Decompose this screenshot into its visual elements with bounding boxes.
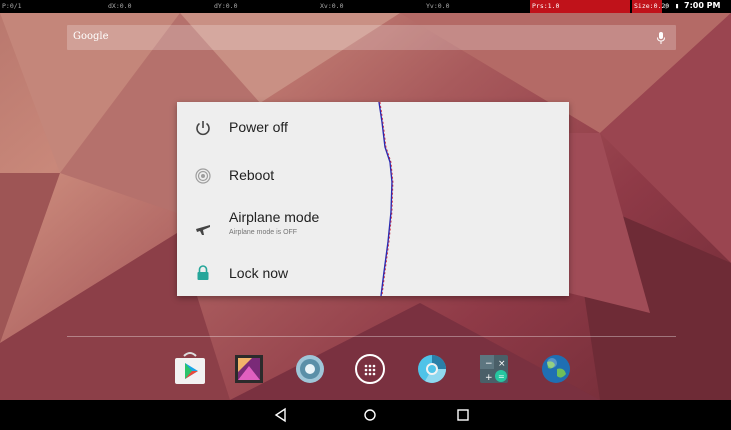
calculator-icon[interactable]: − × + = — [477, 352, 511, 386]
airplane-mode-label: Airplane mode — [229, 209, 320, 225]
gallery-icon[interactable] — [232, 352, 266, 386]
reboot-icon — [195, 168, 211, 184]
settings-icon[interactable] — [293, 352, 327, 386]
home-button-icon[interactable] — [362, 407, 378, 423]
dock-divider — [67, 336, 676, 337]
back-button-icon[interactable] — [273, 407, 289, 423]
app-drawer-icon[interactable] — [353, 352, 387, 386]
battery-icon: ▮ — [675, 2, 680, 10]
power-off-label: Power off — [229, 119, 288, 135]
reboot-label: Reboot — [229, 167, 275, 183]
recents-button-icon[interactable] — [455, 407, 471, 423]
pointer-count: P:0/1 — [2, 2, 22, 10]
pointer-pressure: Prs:1.0 — [532, 2, 560, 10]
status-time: 7:00 PM — [684, 1, 721, 10]
airplane-mode-status: Airplane mode is OFF — [229, 229, 298, 236]
lock-icon — [197, 265, 209, 280]
microphone-icon[interactable] — [655, 31, 667, 45]
pointer-dx: dX:0.0 — [108, 2, 132, 10]
navigation-bar — [0, 400, 731, 430]
pointer-yv: Yv:0.0 — [426, 2, 450, 10]
pointer-trail — [378, 102, 394, 296]
svg-text:×: × — [498, 359, 506, 369]
svg-text:+: + — [485, 373, 493, 383]
browser-icon[interactable] — [415, 352, 449, 386]
pointer-location-bar: P:0/1 dX:0.0 dY:0.0 Xv:0.0 Yv:0.0 Prs:1.… — [0, 0, 731, 13]
pointer-dy: dY:0.0 — [214, 2, 238, 10]
globe-icon[interactable] — [539, 352, 573, 386]
google-search-bar[interactable]: Google — [67, 25, 676, 50]
wifi-icon: ◔ — [664, 2, 669, 10]
svg-text:=: = — [498, 372, 505, 381]
play-store-icon[interactable] — [173, 352, 207, 386]
airplane-icon — [196, 225, 210, 235]
google-logo: Google — [73, 31, 109, 42]
pointer-xv: Xv:0.0 — [320, 2, 344, 10]
lock-now-label: Lock now — [229, 265, 289, 281]
svg-text:−: − — [485, 359, 493, 369]
power-icon — [196, 121, 210, 136]
